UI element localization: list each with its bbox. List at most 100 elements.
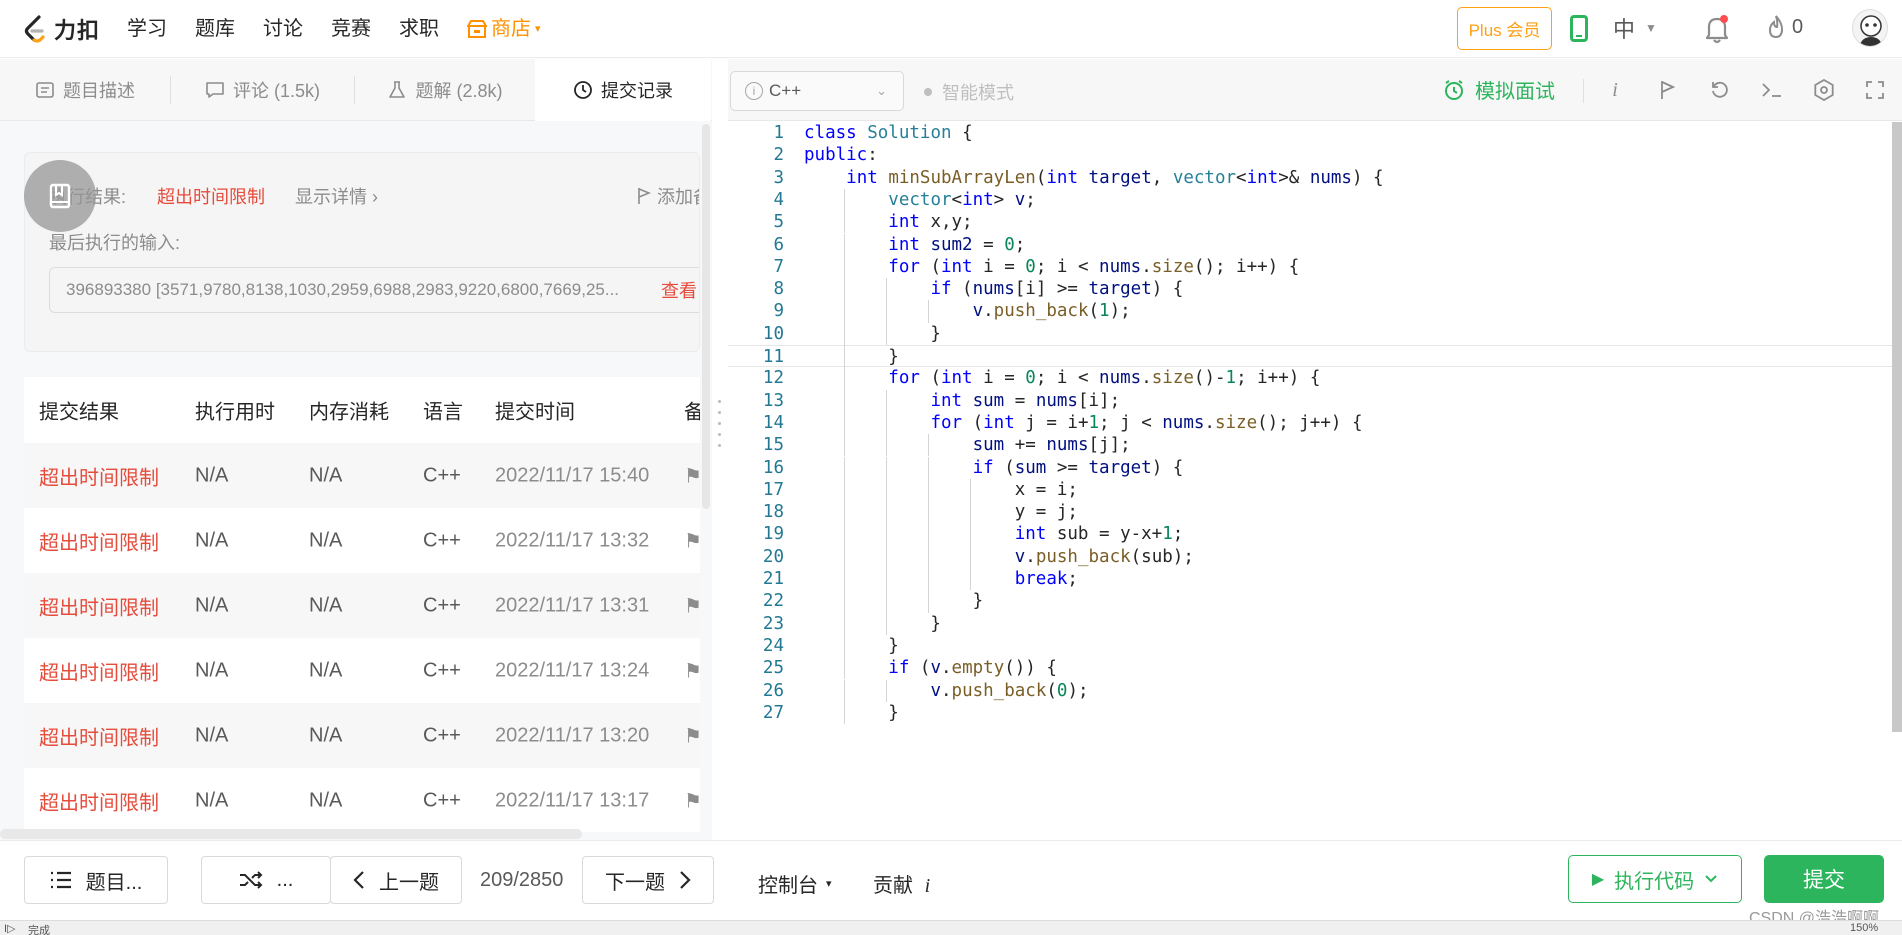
table-row[interactable]: 超出时间限制 N/A N/A C++ 2022/11/17 13:17 ⚑ <box>24 768 700 832</box>
result-cell[interactable]: 超出时间限制 <box>39 526 159 555</box>
result-cell[interactable]: 超出时间限制 <box>39 461 159 490</box>
zoom-level[interactable]: 150% <box>1850 922 1878 934</box>
fire-icon <box>1768 15 1784 39</box>
add-note-button[interactable]: 添加备注 <box>637 183 699 209</box>
flag-icon[interactable]: ⚑ <box>684 658 700 683</box>
table-row[interactable]: 超出时间限制 N/A N/A C++ 2022/11/17 15:40 ⚑ <box>24 443 700 508</box>
leetcode-logo-icon <box>24 15 45 43</box>
terminal-icon[interactable] <box>1759 77 1785 103</box>
code-line[interactable]: 21 break; <box>728 568 1902 590</box>
caret-down-icon: ▼ <box>1645 21 1657 35</box>
nav-item-problems[interactable]: 题库 <box>195 14 235 44</box>
code-line[interactable]: 13 int sum = nums[i]; <box>728 390 1902 412</box>
left-scrollbar[interactable] <box>702 124 710 509</box>
tab-comments[interactable]: 评论 (1.5k) <box>171 59 354 121</box>
streak-counter[interactable]: 0 <box>1766 14 1803 40</box>
submit-button[interactable]: 提交 <box>1764 855 1884 903</box>
flag-icon[interactable]: ⚑ <box>684 463 700 488</box>
code-line[interactable]: 19 int sub = y-x+1; <box>728 523 1902 545</box>
code-line[interactable]: 9 v.push_back(1); <box>728 300 1902 322</box>
result-cell[interactable]: 超出时间限制 <box>39 721 159 750</box>
next-label: 下一题 <box>605 871 665 894</box>
table-row[interactable]: 超出时间限制 N/A N/A C++ 2022/11/17 13:24 ⚑ <box>24 638 700 703</box>
code-line[interactable]: 1 class Solution { <box>728 122 1902 144</box>
nav-item-store[interactable]: 商店 ▾ <box>467 14 541 44</box>
code-line[interactable]: 18 y = j; <box>728 501 1902 523</box>
code-line[interactable]: 25 if (v.empty()) { <box>728 657 1902 679</box>
panel-resize-handle[interactable] <box>716 400 722 470</box>
avatar[interactable] <box>1852 9 1888 47</box>
console-toggle[interactable]: 控制台 ▾ <box>758 869 832 898</box>
floating-notebook-button[interactable] <box>24 160 96 232</box>
chevron-down-icon[interactable] <box>1704 874 1718 884</box>
previous-problem-button[interactable]: 上一题 <box>330 856 462 904</box>
code-line[interactable]: 12 for (int i = 0; i < nums.size()-1; i+… <box>728 367 1902 389</box>
code-line[interactable]: 24 } <box>728 635 1902 657</box>
notification-bell-icon[interactable] <box>1704 13 1730 45</box>
settings-icon[interactable] <box>1811 77 1837 103</box>
view-input-link[interactable]: 查看 <box>661 277 697 303</box>
indent-guide <box>844 434 845 457</box>
code-text: x = i; <box>804 479 1078 500</box>
code-line[interactable]: 16 if (sum >= target) { <box>728 457 1902 479</box>
table-row[interactable]: 超出时间限制 N/A N/A C++ 2022/11/17 13:32 ⚑ <box>24 508 700 573</box>
contribute-button[interactable]: 贡献 i <box>873 869 930 898</box>
leetcode-logo[interactable]: 力扣 <box>22 12 100 46</box>
problem-list-button[interactable]: 题目... <box>24 856 168 904</box>
streak-count: 0 <box>1792 15 1804 38</box>
reset-icon[interactable] <box>1707 77 1733 103</box>
run-code-button[interactable]: ▶ 执行代码 <box>1568 855 1742 903</box>
smart-mode-toggle[interactable]: 智能模式 <box>924 79 1014 105</box>
indent-guide <box>844 278 845 301</box>
language-switcher[interactable]: 中 ▼ <box>1613 12 1657 44</box>
tab-description[interactable]: 题目描述 <box>0 59 170 121</box>
code-line[interactable]: 23 } <box>728 613 1902 635</box>
code-line[interactable]: 4 vector<int> v; <box>728 189 1902 211</box>
code-editor[interactable]: 1 class Solution {2 public: 3 int minSubArr… <box>728 122 1902 838</box>
flag-icon[interactable]: ⚑ <box>684 528 700 553</box>
info-italic-icon[interactable]: i <box>1602 77 1628 103</box>
code-line[interactable]: 8 if (nums[i] >= target) { <box>728 278 1902 300</box>
code-line[interactable]: 14 for (int j = i+1; j < nums.size(); j+… <box>728 412 1902 434</box>
code-line[interactable]: 3 int minSubArrayLen(int target, vector<… <box>728 167 1902 189</box>
mobile-app-icon[interactable] <box>1570 15 1588 42</box>
nav-item-discuss[interactable]: 讨论 <box>263 14 303 44</box>
runtime-cell: N/A <box>195 529 229 551</box>
flag-icon[interactable]: ⚑ <box>684 723 700 748</box>
code-line[interactable]: 6 int sum2 = 0; <box>728 234 1902 256</box>
tab-solutions[interactable]: 题解 (2.8k) <box>355 59 535 121</box>
code-line[interactable]: 2 public: <box>728 144 1902 166</box>
result-cell[interactable]: 超出时间限制 <box>39 786 159 815</box>
code-line[interactable]: 27 } <box>728 702 1902 724</box>
flag-icon[interactable]: ⚑ <box>684 593 700 618</box>
table-row[interactable]: 超出时间限制 N/A N/A C++ 2022/11/17 13:31 ⚑ <box>24 573 700 638</box>
next-problem-button[interactable]: 下一题 <box>582 856 714 904</box>
table-row[interactable]: 超出时间限制 N/A N/A C++ 2022/11/17 13:20 ⚑ <box>24 703 700 768</box>
nav-item-learn[interactable]: 学习 <box>127 14 167 44</box>
mock-interview-button[interactable]: 模拟面试 <box>1443 75 1555 104</box>
nav-item-contest[interactable]: 竞赛 <box>331 14 371 44</box>
code-line[interactable]: 22 } <box>728 590 1902 612</box>
result-cell[interactable]: 超出时间限制 <box>39 656 159 685</box>
flag-icon[interactable] <box>1654 77 1680 103</box>
editor-scrollbar[interactable] <box>1892 122 1902 732</box>
nav-item-jobs[interactable]: 求职 <box>399 14 439 44</box>
code-line[interactable]: 11 } <box>728 345 1902 368</box>
show-details-link[interactable]: 显示详情 › <box>295 183 378 209</box>
code-line[interactable]: 17 x = i; <box>728 479 1902 501</box>
language-select[interactable]: i C++ ⌄ <box>730 71 904 111</box>
code-line[interactable]: 7 for (int i = 0; i < nums.size(); i++) … <box>728 256 1902 278</box>
code-line[interactable]: 10 } <box>728 323 1902 345</box>
code-line[interactable]: 15 sum += nums[j]; <box>728 434 1902 456</box>
tab-label: 评论 (1.5k) <box>232 81 320 101</box>
random-problem-button[interactable]: ... <box>201 856 331 904</box>
flag-icon[interactable]: ⚑ <box>684 788 700 813</box>
result-cell[interactable]: 超出时间限制 <box>39 591 159 620</box>
code-line[interactable]: 20 v.push_back(sub); <box>728 546 1902 568</box>
tab-submissions[interactable]: 提交记录 <box>535 59 711 121</box>
code-line[interactable]: 26 v.push_back(0); <box>728 680 1902 702</box>
plus-membership-button[interactable]: Plus 会员 <box>1457 7 1552 50</box>
left-horizontal-scrollbar[interactable] <box>0 829 582 839</box>
fullscreen-icon[interactable] <box>1862 77 1888 103</box>
code-line[interactable]: 5 int x,y; <box>728 211 1902 233</box>
